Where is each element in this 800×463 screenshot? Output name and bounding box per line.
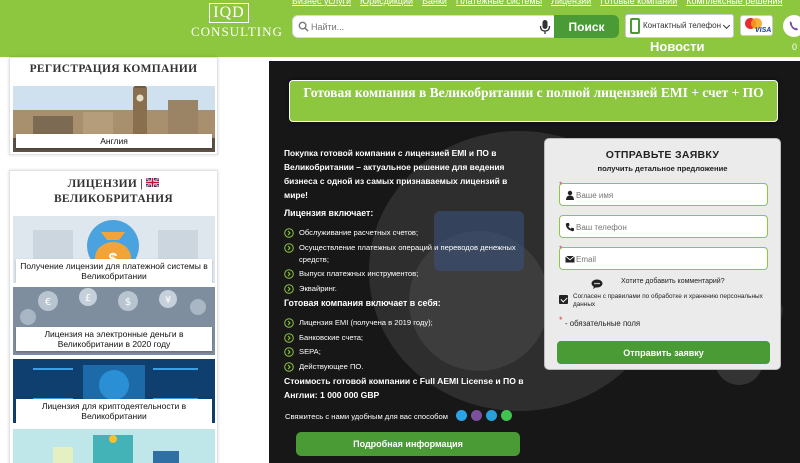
required-note: - обязательные поля [565, 319, 641, 328]
agree-checkbox[interactable] [559, 295, 568, 304]
chevron-circle-icon [284, 269, 294, 279]
list-item: Эквайринг. [284, 283, 524, 295]
user-icon [566, 190, 574, 200]
search-button[interactable]: Поиск [554, 15, 619, 38]
name-field[interactable] [559, 183, 768, 206]
email-field[interactable] [559, 247, 768, 270]
counter-value: 0 [792, 42, 798, 52]
site-header: IQD CONSULTING Бизнес услуги Юрисдикции … [0, 0, 800, 57]
envelope-icon [565, 255, 575, 263]
contact-select-label: Контактный телефон [643, 21, 721, 30]
list-item: Выпуск платежных инструментов; [284, 268, 524, 280]
nav-business-services[interactable]: Бизнес услуги [292, 0, 351, 8]
list-item: Обслуживание расчетных счетов; [284, 227, 524, 239]
logo-mark: IQD [209, 3, 249, 23]
offer-intro: Покупка готовой компании с лицензией EMI… [284, 148, 508, 200]
chevron-circle-icon [284, 228, 294, 238]
licenses-title-line2: ВЕЛИКОБРИТАНИЯ [53, 193, 174, 205]
nav-banks[interactable]: Банки [422, 0, 447, 8]
nav-payment-systems[interactable]: Платежные системы [456, 0, 542, 8]
chevron-circle-icon [284, 242, 294, 253]
company-includes-heading: Готовая компания включает в себя: [284, 298, 441, 308]
nav-ready-companies[interactable]: Готовые компании [600, 0, 677, 8]
submit-request-button[interactable]: Отправить заявку [557, 341, 770, 364]
news-link[interactable]: Новости [650, 39, 705, 54]
top-nav: Бизнес услуги Юрисдикции Банки Платежные… [292, 0, 782, 8]
license-label-emoney: Лицензия на электронные деньги в Великоб… [16, 327, 212, 351]
phone-icon [565, 223, 574, 232]
viber-icon[interactable] [783, 15, 800, 37]
logo-text: CONSULTING [191, 24, 283, 39]
chevron-down-icon [722, 21, 731, 30]
licenses-title-line1: ЛИЦЕНЗИИ | [67, 178, 144, 190]
email-input[interactable] [576, 251, 756, 267]
license-card-payment-system[interactable]: $ Получение лицензии для платежной систе… [13, 216, 215, 283]
form-title: ОТПРАВЬТЕ ЗАЯВКУ [605, 149, 720, 161]
svg-text:€: € [45, 297, 51, 308]
chevron-circle-icon [284, 347, 294, 357]
request-form: ОТПРАВЬТЕ ЗАЯВКУ получить детальное пред… [544, 138, 781, 370]
registration-label-england: Англия [16, 134, 212, 148]
comment-icon[interactable] [591, 279, 603, 289]
license-card-emoney[interactable]: € £ $ ¥ Лицензия на электронные деньги в… [13, 287, 215, 355]
list-item: Лицензия EMI (получена в 2019 году); [284, 317, 524, 329]
mobile-phone-icon [630, 18, 640, 34]
svg-text:£: £ [85, 293, 91, 304]
svg-text:$: $ [125, 297, 131, 308]
license-includes-list: Обслуживание расчетных счетов; Осуществл… [284, 227, 524, 297]
contact-us-text: Свяжитесь с нами удобным для вас способо… [285, 412, 448, 421]
viber-icon[interactable] [471, 410, 482, 421]
search-bar: Поиск [292, 15, 619, 38]
list-item: Банковские счета; [284, 332, 524, 344]
registration-panel: РЕГИСТРАЦИЯ КОМПАНИИ Англия [9, 57, 218, 155]
search-icon [298, 21, 309, 32]
svg-text:¥: ¥ [165, 295, 171, 306]
payment-cards-icon: VISA [740, 15, 773, 36]
phone-input[interactable] [576, 219, 756, 235]
list-item: SEPA; [284, 346, 524, 358]
telegram-icon[interactable] [486, 410, 497, 421]
chevron-circle-icon [284, 332, 294, 343]
messenger-links [456, 410, 512, 421]
site-logo[interactable]: IQD CONSULTING [191, 3, 283, 43]
bank-illustration-image [13, 429, 215, 463]
microphone-icon[interactable] [539, 19, 551, 35]
license-card-crypto[interactable]: Лицензия для криптодеятельности в Велико… [13, 359, 215, 423]
registration-card-england[interactable]: Англия [13, 86, 215, 152]
required-mark: * [559, 315, 563, 325]
detail-info-button[interactable]: Подробная информация [296, 432, 520, 456]
company-includes-list: Лицензия EMI (получена в 2019 году); Бан… [284, 317, 524, 375]
chevron-circle-icon [284, 318, 294, 328]
agree-text: Согласен с правилами по обработке и хран… [573, 293, 763, 308]
search-input[interactable] [311, 19, 531, 35]
add-comment-link[interactable]: Хотите добавить комментарий? [621, 278, 725, 285]
license-label-payment-system: Получение лицензии для платежной системы… [16, 259, 212, 283]
offer-title: Готовая компания в Великобритании с полн… [289, 80, 778, 122]
license-card-next[interactable] [13, 429, 215, 463]
name-input[interactable] [576, 187, 756, 203]
main-offer-section: Готовая компания в Великобритании с полн… [269, 61, 800, 463]
registration-title: РЕГИСТРАЦИЯ КОМПАНИИ [29, 63, 198, 75]
chevron-circle-icon [284, 361, 294, 372]
nav-jurisdictions[interactable]: Юрисдикции [360, 0, 413, 8]
nav-complex-solutions[interactable]: Комплексные решения [686, 0, 782, 8]
uk-flag-icon [145, 177, 160, 188]
contact-phone-select[interactable]: Контактный телефон [625, 14, 734, 38]
price-text: Стоимость готовой компании с Full AEMI L… [284, 376, 524, 400]
skype-icon[interactable] [456, 410, 467, 421]
chevron-circle-icon [284, 283, 294, 294]
nav-licenses[interactable]: Лицензии [551, 0, 591, 8]
phone-field[interactable] [559, 215, 768, 238]
licenses-panel: ЛИЦЕНЗИИ | ВЕЛИКОБРИТАНИЯ $ Получение ли… [9, 170, 218, 463]
list-item: Осуществление платежных операций и перев… [284, 242, 524, 266]
licenses-title: ЛИЦЕНЗИИ | ВЕЛИКОБРИТАНИЯ [10, 177, 217, 207]
whatsapp-icon[interactable] [501, 410, 512, 421]
list-item: Действующее ПО. [284, 361, 524, 373]
form-subtitle: получить детальное предложение [597, 164, 728, 173]
license-includes-heading: Лицензия включает: [284, 208, 374, 218]
license-label-crypto: Лицензия для криптодеятельности в Велико… [16, 399, 212, 423]
